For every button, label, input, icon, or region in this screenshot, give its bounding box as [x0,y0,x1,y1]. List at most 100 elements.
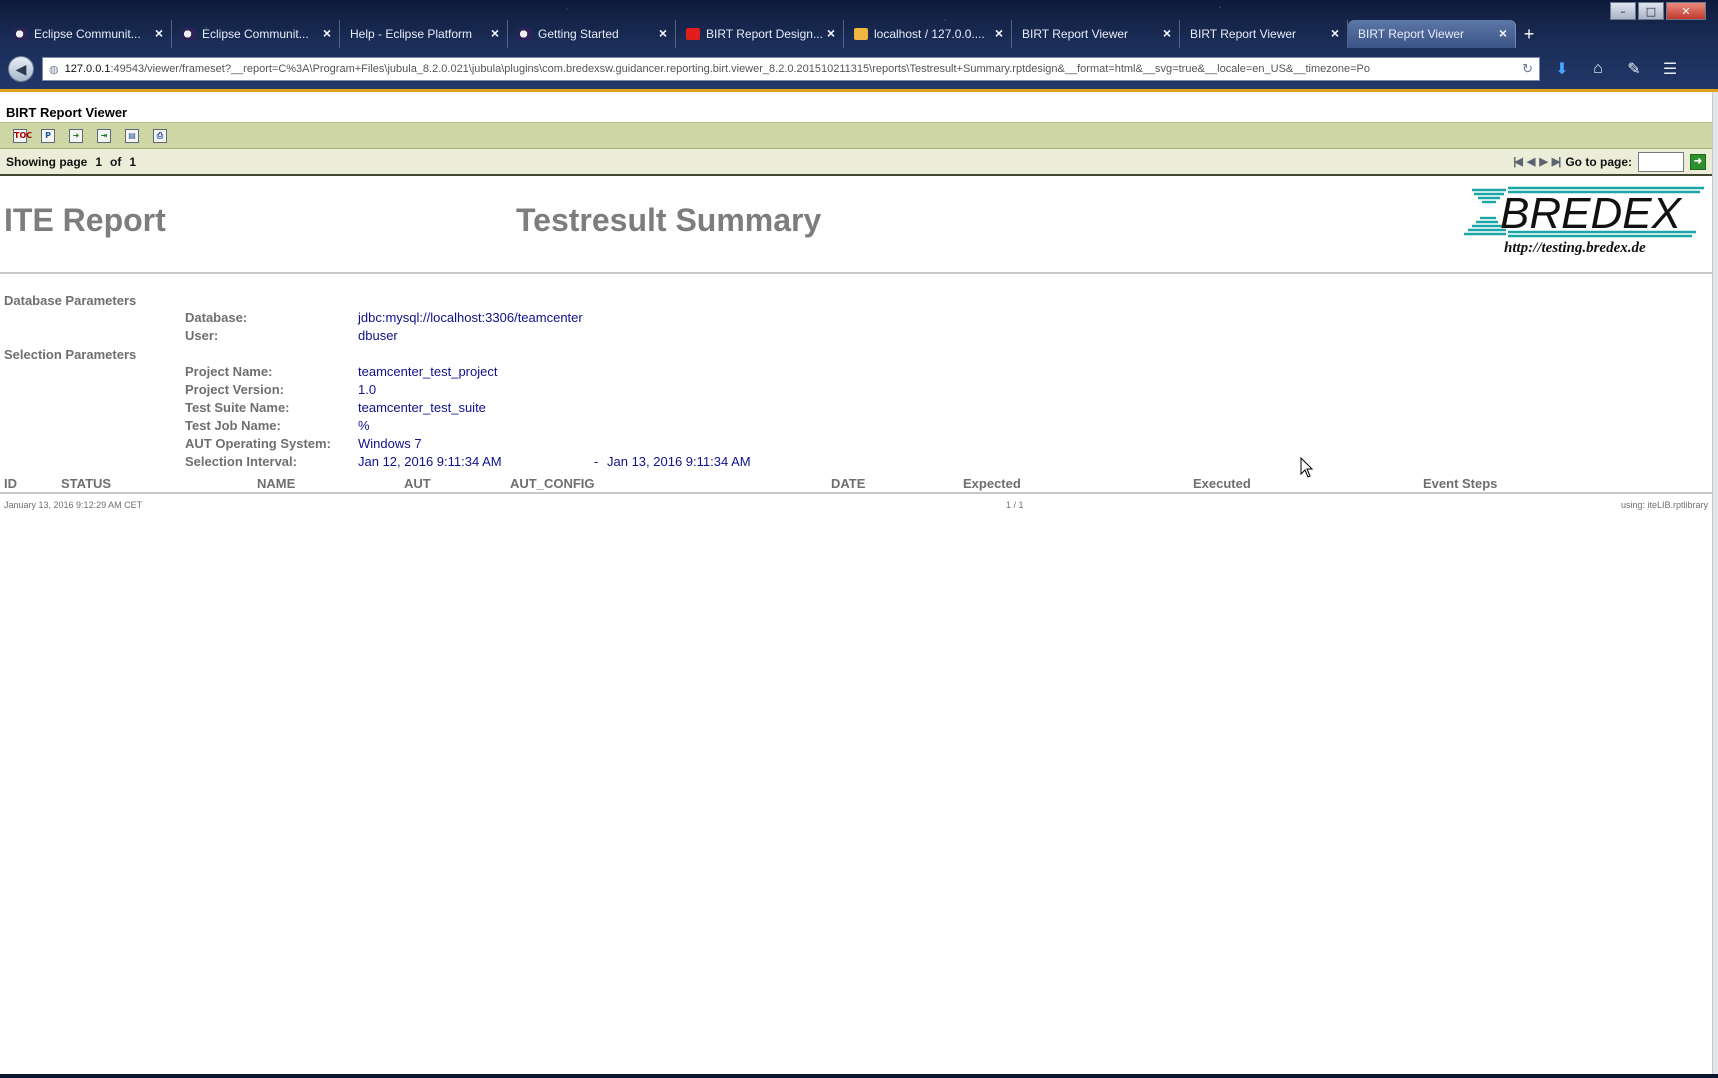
eclipse-icon [518,28,532,40]
aut-os-value: Windows 7 [358,436,422,451]
menu-icon[interactable]: ☰ [1656,57,1684,81]
close-tab-icon[interactable]: × [827,25,835,41]
logo-wordmark: BREDEX [1500,189,1683,238]
footer-library: using: iteLIB.rptlibrary [1620,500,1708,510]
tab-label: BIRT Report Viewer [1358,27,1465,41]
tab-label: localhost / 127.0.0.... [874,27,985,41]
close-tab-icon[interactable]: × [323,25,331,41]
close-tab-icon[interactable]: × [1499,25,1507,41]
browser-tab-active[interactable]: BIRT Report Viewer × [1348,20,1516,48]
goto-page-input[interactable] [1638,151,1684,172]
column-header: NAME [257,476,296,491]
minimize-button[interactable]: – [1610,2,1636,20]
browser-tab[interactable]: BIRT Report Viewer × [1012,20,1180,48]
of-label: of [110,154,122,169]
database-label: Database: [185,310,248,325]
project-name-value: teamcenter_test_project [358,364,498,379]
page-content: BIRT Report Viewer TOC P ➜ ⇥ ▤ ⎙ Showing… [0,92,1712,1074]
user-label: User: [185,328,219,343]
column-header: ID [4,476,17,491]
user-value: dbuser [358,328,398,343]
window-controls: – □ ✕ [1610,2,1706,20]
interval-separator: - [594,454,599,469]
home-icon[interactable]: ⌂ [1584,57,1612,81]
toc-icon[interactable]: TOC [10,127,32,145]
close-window-button[interactable]: ✕ [1666,2,1706,20]
new-tab-button[interactable]: + [1516,20,1542,48]
phpmyadmin-icon [854,28,868,40]
test-job-label: Test Job Name: [185,418,281,433]
column-header: Expected [963,476,1021,491]
column-header: AUT [404,476,431,491]
parameter-icon[interactable]: P [38,127,58,145]
maximize-button[interactable]: □ [1638,2,1664,20]
tab-label: BIRT Report Design... [706,27,823,41]
url-host: 127.0.0.1 [64,63,111,75]
browser-tab[interactable]: BIRT Report Viewer × [1180,20,1348,48]
tab-label: Eclipse Communit... [34,27,141,41]
globe-icon: ◍ [49,63,59,76]
test-suite-label: Test Suite Name: [185,400,290,415]
export-data-icon[interactable]: ➜ [66,127,86,145]
result-table-header: ID STATUS NAME AUT AUT_CONFIG DATE Expec… [0,476,1712,494]
browser-tab[interactable]: Help - Eclipse Platform × [340,20,508,48]
total-pages: 1 [129,154,137,169]
column-header: Event Steps [1423,476,1498,491]
first-page-icon[interactable]: |◀ [1513,155,1522,168]
project-version-label: Project Version: [185,382,284,397]
close-tab-icon[interactable]: × [1163,25,1171,41]
navigation-bar: ◀ ◍ 127.0.0.1:49543/viewer/frameset?__re… [0,50,1718,88]
logo-url[interactable]: http://testing.bredex.de [1504,240,1646,257]
addon-icon[interactable]: ✎ [1620,57,1648,81]
close-tab-icon[interactable]: × [155,25,163,41]
tab-label: BIRT Report Viewer [1022,27,1129,41]
test-suite-value: teamcenter_test_suite [358,400,486,415]
close-tab-icon[interactable]: × [1331,25,1339,41]
url-bar[interactable]: ◍ 127.0.0.1:49543/viewer/frameset?__repo… [42,57,1540,81]
report-header: ITE Report Testresult Summary BREDEX htt… [0,178,1712,274]
selection-parameters-heading: Selection Parameters [4,347,137,362]
scrollbar[interactable] [1712,92,1718,1074]
report-body: ITE Report Testresult Summary BREDEX htt… [0,178,1712,510]
project-version-value: 1.0 [358,382,377,397]
browser-tab[interactable]: BIRT Report Design... × [676,20,844,48]
print-icon[interactable]: ▤ [122,127,142,145]
url-path: :49543/viewer/frameset?__report=C%3A\Pro… [110,63,1371,75]
close-tab-icon[interactable]: × [491,25,499,41]
browser-tab[interactable]: Eclipse Communit... × [172,20,340,48]
eclipse-icon [182,28,196,40]
tab-label: Eclipse Communit... [202,27,309,41]
page-navigation: Showing page 1 of 1 |◀ ◀ ▶ ▶| Go to page… [0,149,1712,176]
report-left-title: ITE Report [4,202,166,238]
column-header: AUT_CONFIG [510,476,595,491]
showing-label: Showing page [6,154,88,169]
tab-strip: Eclipse Communit... × Eclipse Communit..… [4,20,1542,48]
database-parameters-heading: Database Parameters [4,293,137,308]
last-page-icon[interactable]: ▶| [1552,155,1561,168]
tab-label: Help - Eclipse Platform [350,27,473,41]
previous-page-icon[interactable]: ◀ [1527,155,1536,168]
export-report-icon[interactable]: ⇥ [94,127,114,145]
column-header: Executed [1193,476,1251,491]
eclipse-icon [14,28,28,40]
print-server-icon[interactable]: ⎙ [150,127,170,145]
reload-icon[interactable]: ↻ [1522,61,1533,77]
next-page-icon[interactable]: ▶ [1539,155,1548,168]
browser-tab[interactable]: Eclipse Communit... × [4,20,172,48]
current-page: 1 [95,154,103,169]
interval-to-value: Jan 13, 2016 9:11:34 AM [607,454,751,469]
footer-page-number: 1 / 1 [1006,500,1024,510]
close-tab-icon[interactable]: × [995,25,1003,41]
goto-page-button[interactable]: ➜ [1690,153,1706,170]
tab-label: Getting Started [538,27,619,41]
mouse-cursor-icon [1300,457,1314,478]
column-header: STATUS [61,476,112,491]
browser-tab[interactable]: localhost / 127.0.0.... × [844,20,1012,48]
bredex-logo: BREDEX http://testing.bredex.de [1460,184,1708,260]
download-icon[interactable]: ⬇ [1548,57,1576,81]
back-button[interactable]: ◀ [8,56,34,82]
browser-tab[interactable]: Getting Started × [508,20,676,48]
close-tab-icon[interactable]: × [659,25,667,41]
database-value: jdbc:mysql://localhost:3306/teamcenter [358,310,583,325]
browser-window: – □ ✕ Eclipse Communit... × Eclipse Comm… [0,0,1718,92]
